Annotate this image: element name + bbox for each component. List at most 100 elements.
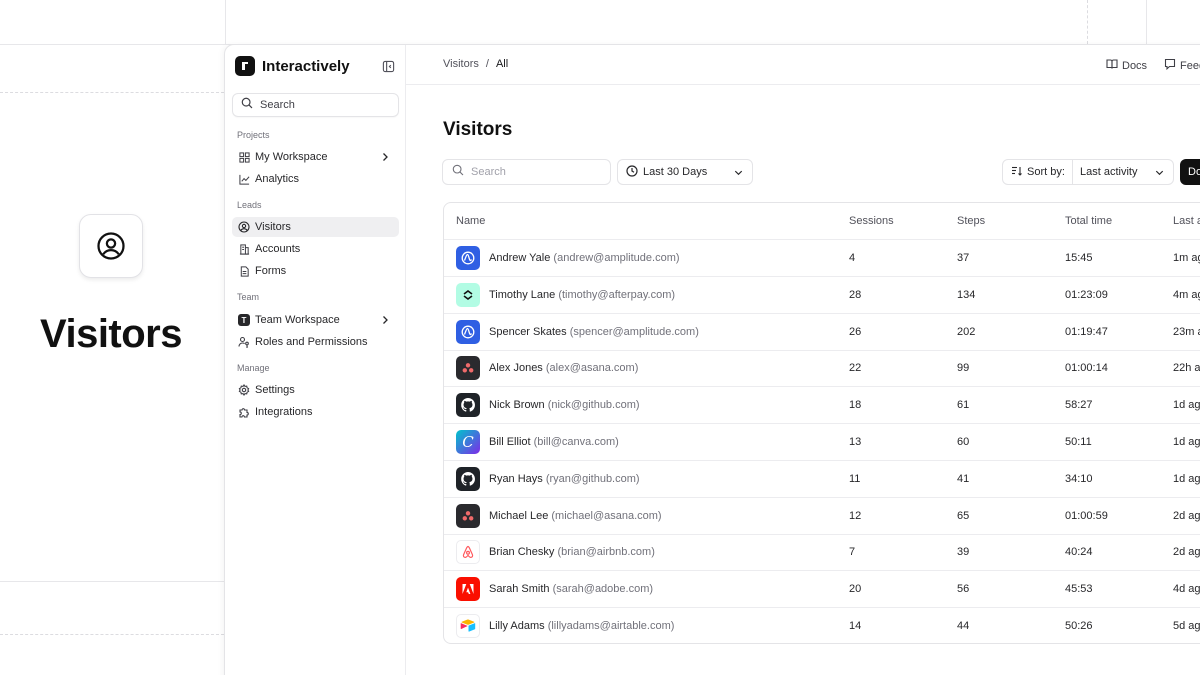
building-icon [238, 243, 250, 255]
table-row[interactable]: Timothy Lane (timothy@afterpay.com) 28 134… [444, 277, 1200, 314]
last-activity-cell: 1d ago [1173, 436, 1200, 448]
table-row[interactable]: Michael Lee (michael@asana.com) 12 65 01:00… [444, 498, 1200, 535]
sidebar-item-visitors[interactable]: Visitors [232, 217, 399, 237]
search-placeholder: Search [471, 166, 506, 178]
column-header-sessions[interactable]: Sessions [849, 215, 894, 227]
column-header-last-activity[interactable]: Last activity [1173, 215, 1200, 227]
chevron-right-icon [379, 151, 391, 163]
visitor-name: Michael Lee [489, 509, 549, 522]
canva-logo-icon: C [456, 430, 480, 454]
visitor-email: (alex@asana.com) [545, 362, 639, 375]
sessions-cell: 11 [849, 472, 861, 485]
sidebar-item-forms[interactable]: Forms [232, 261, 399, 281]
page-title: Visitors [443, 119, 513, 140]
steps-cell: 60 [957, 436, 970, 448]
table-row[interactable]: Ryan Hays (ryan@github.com) 11 41 34:10 1d a… [444, 461, 1200, 498]
sidebar-item-analytics[interactable]: Analytics [232, 169, 399, 189]
visitor-email: (ryan@github.com) [545, 472, 640, 485]
sidebar-item-label: Settings [255, 384, 295, 396]
search-icon [452, 163, 464, 181]
asana-logo-icon [456, 356, 480, 381]
guide-line [0, 581, 224, 582]
topbar: Visitors / All Docs Feedback [406, 45, 1200, 85]
sidebar-item-label: Accounts [255, 243, 301, 255]
team-badge-icon: T [238, 314, 250, 326]
visitor-name: Nick Brown [489, 399, 545, 412]
download-button[interactable]: Download [1180, 159, 1200, 185]
feedback-link[interactable]: Feedback [1164, 58, 1200, 73]
github-logo-icon [456, 466, 480, 491]
table-row[interactable]: Andrew Yale (andrew@amplitude.com) 4 37 15:… [444, 240, 1200, 277]
sidebar-search-label: Search [260, 99, 295, 111]
total-time-cell: 58:27 [1065, 399, 1093, 412]
total-time-cell: 50:26 [1065, 620, 1093, 632]
guide-line [225, 0, 226, 44]
breadcrumb-visitors[interactable]: Visitors [443, 58, 479, 70]
total-time-cell: 50:11 [1065, 436, 1092, 448]
visitor-email: (andrew@amplitude.com) [553, 252, 680, 264]
table-header: Name Sessions Steps Total time Last acti… [444, 203, 1200, 240]
table-row[interactable]: Nick Brown (nick@github.com) 18 61 58:27 1d … [444, 387, 1200, 425]
column-header-total-time[interactable]: Total time [1065, 215, 1112, 227]
column-header-steps[interactable]: Steps [957, 215, 985, 227]
sort-value-select[interactable]: Last activity [1073, 160, 1137, 184]
column-header-name[interactable]: Name [456, 215, 485, 227]
last-activity-cell: 5d ago [1173, 620, 1200, 632]
steps-cell: 61 [957, 399, 970, 412]
sidebar-item-accounts[interactable]: Accounts [232, 239, 399, 259]
visitor-email: (nick@github.com) [547, 399, 640, 412]
visitor-name: Bill Elliot [489, 436, 531, 448]
visitor-name-cell: Spencer Skates (spencer@amplitude.com) [489, 326, 699, 338]
sidebar-search[interactable]: Search [232, 93, 399, 117]
sidebar-item-settings[interactable]: Settings [232, 380, 399, 400]
sidebar-item-integrations[interactable]: Integrations [232, 402, 399, 422]
feedback-label: Feedback [1180, 59, 1200, 72]
visitor-search-input[interactable]: Search [442, 159, 611, 185]
table-row[interactable]: Alex Jones (alex@asana.com) 22 99 01:00:14 2… [444, 350, 1200, 388]
visitor-name-cell: Timothy Lane (timothy@afterpay.com) [489, 289, 675, 301]
sidebar-collapse-icon[interactable] [381, 59, 395, 73]
sessions-cell: 4 [849, 252, 856, 264]
sort-value: Last activity [1080, 166, 1138, 178]
line-chart-icon [238, 173, 250, 185]
total-time-cell: 01:19:47 [1065, 325, 1108, 338]
chevron-down-icon [1154, 167, 1165, 181]
table-row[interactable]: Brian Chesky (brian@airbnb.com) 7 39 40:24 2… [444, 534, 1200, 572]
last-activity-cell: 23m ago [1173, 325, 1200, 338]
steps-cell: 99 [957, 362, 970, 375]
docs-link[interactable]: Docs [1106, 58, 1147, 73]
visitor-email: (spencer@amplitude.com) [569, 325, 699, 338]
date-range-select[interactable]: Last 30 Days [617, 159, 753, 185]
search-icon [241, 96, 253, 114]
sidebar-item-label: Visitors [255, 221, 291, 233]
airtable-logo-icon [456, 614, 480, 638]
visitor-name-cell: Sarah Smith (sarah@adobe.com) [489, 583, 653, 595]
sidebar-item-label: Integrations [255, 406, 313, 418]
sessions-cell: 12 [849, 509, 862, 522]
sessions-cell: 13 [849, 436, 862, 448]
github-logo-icon [456, 393, 480, 418]
hero-user-icon [79, 214, 143, 278]
clock-icon [626, 164, 638, 180]
breadcrumb-separator: / [485, 58, 489, 70]
adobe-logo-icon [456, 577, 480, 602]
last-activity-cell: 4m ago [1173, 288, 1200, 301]
last-activity-cell: 4d ago [1173, 583, 1200, 596]
sidebar-item-roles-permissions[interactable]: Roles and Permissions [232, 332, 399, 352]
visitor-name-cell: Ryan Hays (ryan@github.com) [489, 473, 640, 485]
document-icon [238, 265, 250, 277]
visitor-email: (brian@airbnb.com) [557, 546, 655, 559]
steps-cell: 44 [957, 620, 970, 632]
table-row[interactable]: Sarah Smith (sarah@adobe.com) 20 56 45:53 4d… [444, 571, 1200, 609]
grid-icon [238, 151, 250, 163]
sort-control[interactable]: Sort by: Last activity [1002, 159, 1174, 185]
gear-icon [238, 384, 250, 396]
sidebar-item-my-workspace[interactable]: My Workspace [232, 147, 399, 167]
brand[interactable]: Interactively [235, 55, 350, 77]
sessions-cell: 28 [849, 288, 862, 301]
sidebar-item-team-workspace[interactable]: T Team Workspace [232, 310, 399, 330]
table-row[interactable]: Spencer Skates (spencer@amplitude.com) 26… [444, 314, 1200, 351]
table-row[interactable]: Lilly Adams (lillyadams@airtable.com) 14 4… [444, 608, 1200, 643]
visitor-name: Brian Chesky [489, 546, 555, 559]
table-row[interactable]: C Bill Elliot (bill@canva.com) 13 60 50:11 1d… [444, 424, 1200, 461]
